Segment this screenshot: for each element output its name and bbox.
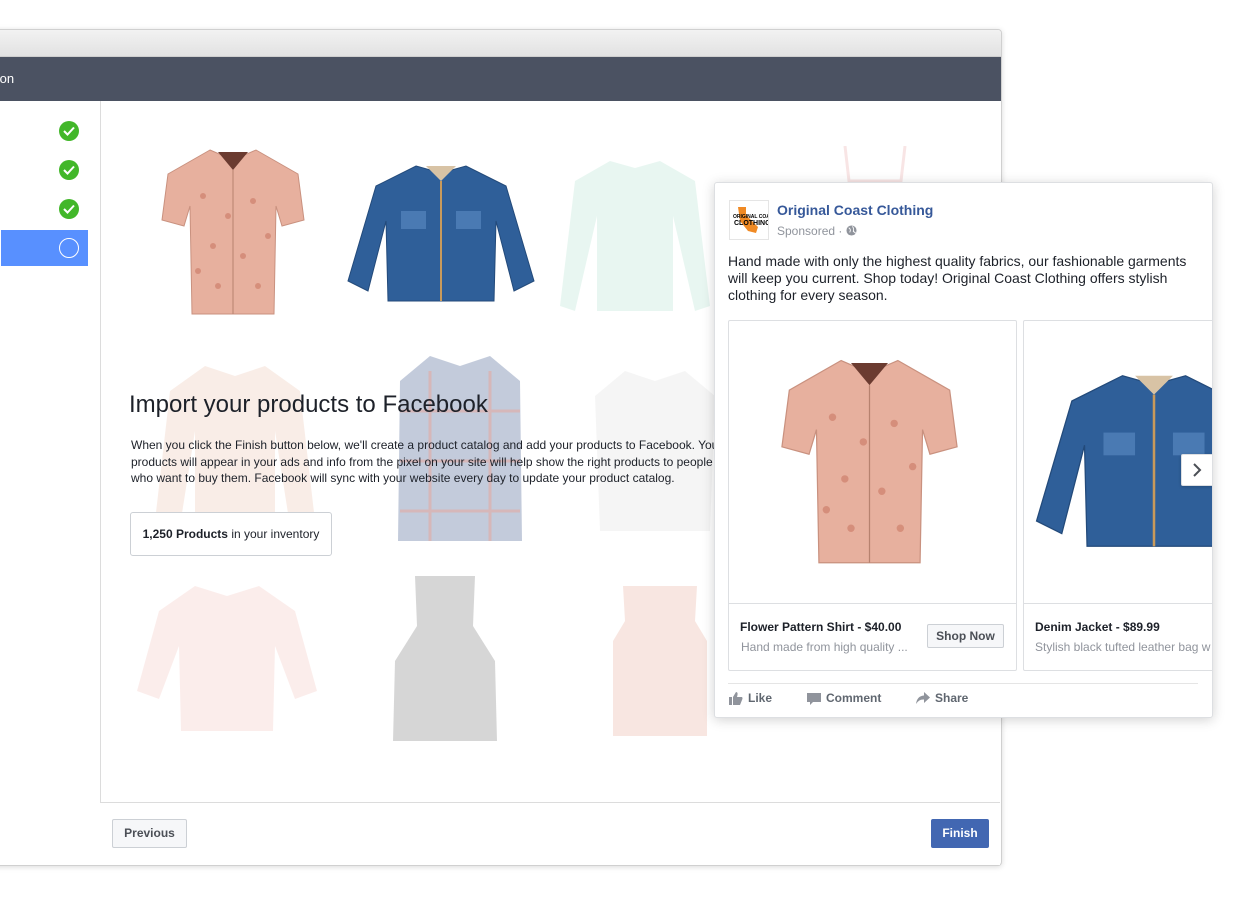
california-logo-icon: ORIGINAL COAST CLOTHING xyxy=(733,207,776,233)
carousel-next-button[interactable] xyxy=(1181,454,1212,486)
carousel-card[interactable]: Flower Pattern Shirt - $40.00 Hand made … xyxy=(728,320,1017,671)
inventory-suffix: in your inventory xyxy=(227,527,320,541)
peach-tank-image xyxy=(613,586,707,736)
card-title: Flower Pattern Shirt - $40.00 xyxy=(740,620,902,634)
window-titlebar xyxy=(0,30,1001,57)
check-circle-icon xyxy=(59,160,79,180)
ad-body-text: Hand made with only the highest quality … xyxy=(728,253,1187,303)
previous-button[interactable]: Previous xyxy=(112,819,187,848)
sidebar-step-1[interactable] xyxy=(1,113,88,149)
card-subtitle: Hand made from high quality ... xyxy=(741,640,908,654)
denim-jacket-image xyxy=(347,165,535,302)
empty-circle-icon xyxy=(59,238,79,258)
wizard-footer xyxy=(100,802,1000,865)
page-description: When you click the Finish button below, … xyxy=(131,438,723,485)
pink-cardigan-image xyxy=(137,586,317,731)
inventory-count: 1,250 Products xyxy=(142,527,228,541)
sidebar-step-3[interactable] xyxy=(1,191,88,227)
check-circle-icon xyxy=(59,121,79,141)
page-name-link[interactable]: Original Coast Clothing xyxy=(777,202,933,218)
check-circle-icon xyxy=(59,199,79,219)
svg-text:CLOTHING: CLOTHING xyxy=(734,220,768,227)
sidebar-step-4-active[interactable] xyxy=(1,230,88,266)
globe-icon xyxy=(846,225,857,236)
window-header: nsion xyxy=(0,57,1001,101)
share-button[interactable]: Share xyxy=(916,691,968,705)
carousel-card[interactable]: Denim Jacket - $89.99 Stylish black tuft… xyxy=(1023,320,1212,671)
mint-shirt-image xyxy=(560,161,710,311)
tank-top-image xyxy=(843,146,907,183)
share-icon xyxy=(916,692,930,704)
flower-shirt-image xyxy=(781,359,958,564)
wizard-sidebar xyxy=(0,101,101,865)
separator-dot: · xyxy=(838,224,846,238)
ad-preview-card: ORIGINAL COAST CLOTHING Original Coast C… xyxy=(714,182,1213,718)
shop-now-button[interactable]: Shop Now xyxy=(927,624,1004,648)
card-subtitle: Stylish black tufted leather bag w xyxy=(1035,640,1211,654)
comment-label: Comment xyxy=(826,691,882,705)
sponsored-label: Sponsored · xyxy=(777,224,857,238)
sidebar-step-2[interactable] xyxy=(1,152,88,188)
like-button[interactable]: Like xyxy=(729,691,772,705)
flower-shirt-image xyxy=(161,149,305,315)
header-title: nsion xyxy=(0,71,15,86)
inventory-count-box: 1,250 Products in your inventory xyxy=(130,512,332,556)
comment-icon xyxy=(807,693,821,705)
sponsored-text: Sponsored xyxy=(777,224,836,238)
card-title: Denim Jacket - $89.99 xyxy=(1035,620,1160,634)
finish-button[interactable]: Finish xyxy=(931,819,989,848)
card-image[interactable] xyxy=(729,321,1016,604)
page-title: Import your products to Facebook xyxy=(129,391,488,418)
page-logo[interactable]: ORIGINAL COAST CLOTHING xyxy=(729,200,776,240)
thumbs-up-icon xyxy=(729,692,743,705)
comment-button[interactable]: Comment xyxy=(807,691,881,705)
chevron-right-icon xyxy=(1193,463,1202,477)
share-label: Share xyxy=(935,691,969,705)
actions-divider xyxy=(728,683,1198,684)
like-label: Like xyxy=(748,691,773,705)
black-top-image xyxy=(393,576,497,741)
